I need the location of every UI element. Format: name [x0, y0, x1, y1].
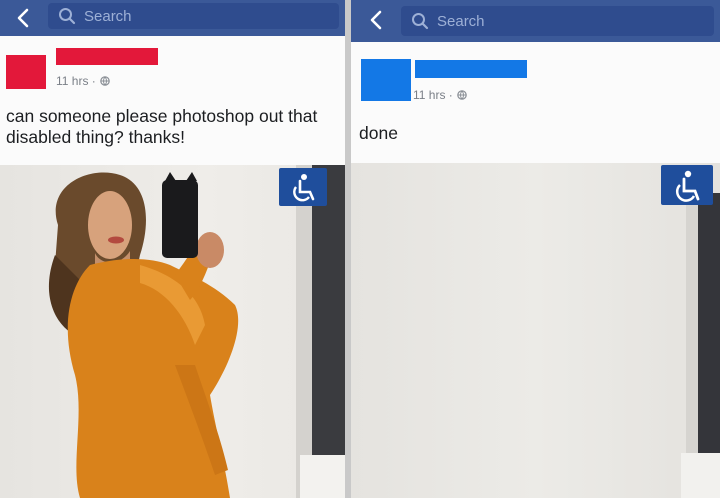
wheelchair-sign-icon: [279, 168, 327, 206]
left-screenshot: Search 11 hrs · can someone please photo…: [0, 0, 345, 498]
avatar-censored[interactable]: [361, 59, 411, 101]
globe-icon: [456, 90, 467, 100]
app-header: Search: [0, 0, 345, 36]
search-placeholder: Search: [437, 12, 485, 30]
search-input[interactable]: Search: [401, 6, 714, 36]
post-text: done: [359, 123, 398, 143]
right-screenshot: Search 11 hrs · done: [351, 0, 720, 498]
search-input[interactable]: Search: [48, 3, 339, 29]
post-photo[interactable]: [351, 163, 720, 498]
timestamp-text: 11 hrs ·: [413, 88, 453, 102]
post-timestamp[interactable]: 11 hrs ·: [413, 88, 467, 102]
globe-icon: [99, 76, 110, 86]
author-name-censored[interactable]: [415, 60, 527, 78]
post-photo[interactable]: [0, 165, 345, 498]
wheelchair-sign-icon: [661, 165, 713, 205]
post-timestamp[interactable]: 11 hrs ·: [56, 74, 110, 88]
chevron-left-icon: [17, 8, 29, 28]
author-name-censored[interactable]: [56, 48, 158, 65]
chevron-left-icon: [370, 10, 382, 30]
avatar-censored[interactable]: [6, 55, 46, 89]
back-button[interactable]: [361, 6, 391, 34]
back-button[interactable]: [8, 4, 38, 32]
post-text: can someone please photoshop out that di…: [6, 106, 318, 147]
search-icon: [59, 8, 76, 25]
search-icon: [412, 13, 429, 30]
mirror-selfie-image: [48, 165, 345, 498]
timestamp-text: 11 hrs ·: [56, 74, 96, 88]
edited-empty-wall-image: [661, 165, 720, 498]
app-header: Search: [351, 0, 720, 42]
search-placeholder: Search: [84, 7, 132, 25]
